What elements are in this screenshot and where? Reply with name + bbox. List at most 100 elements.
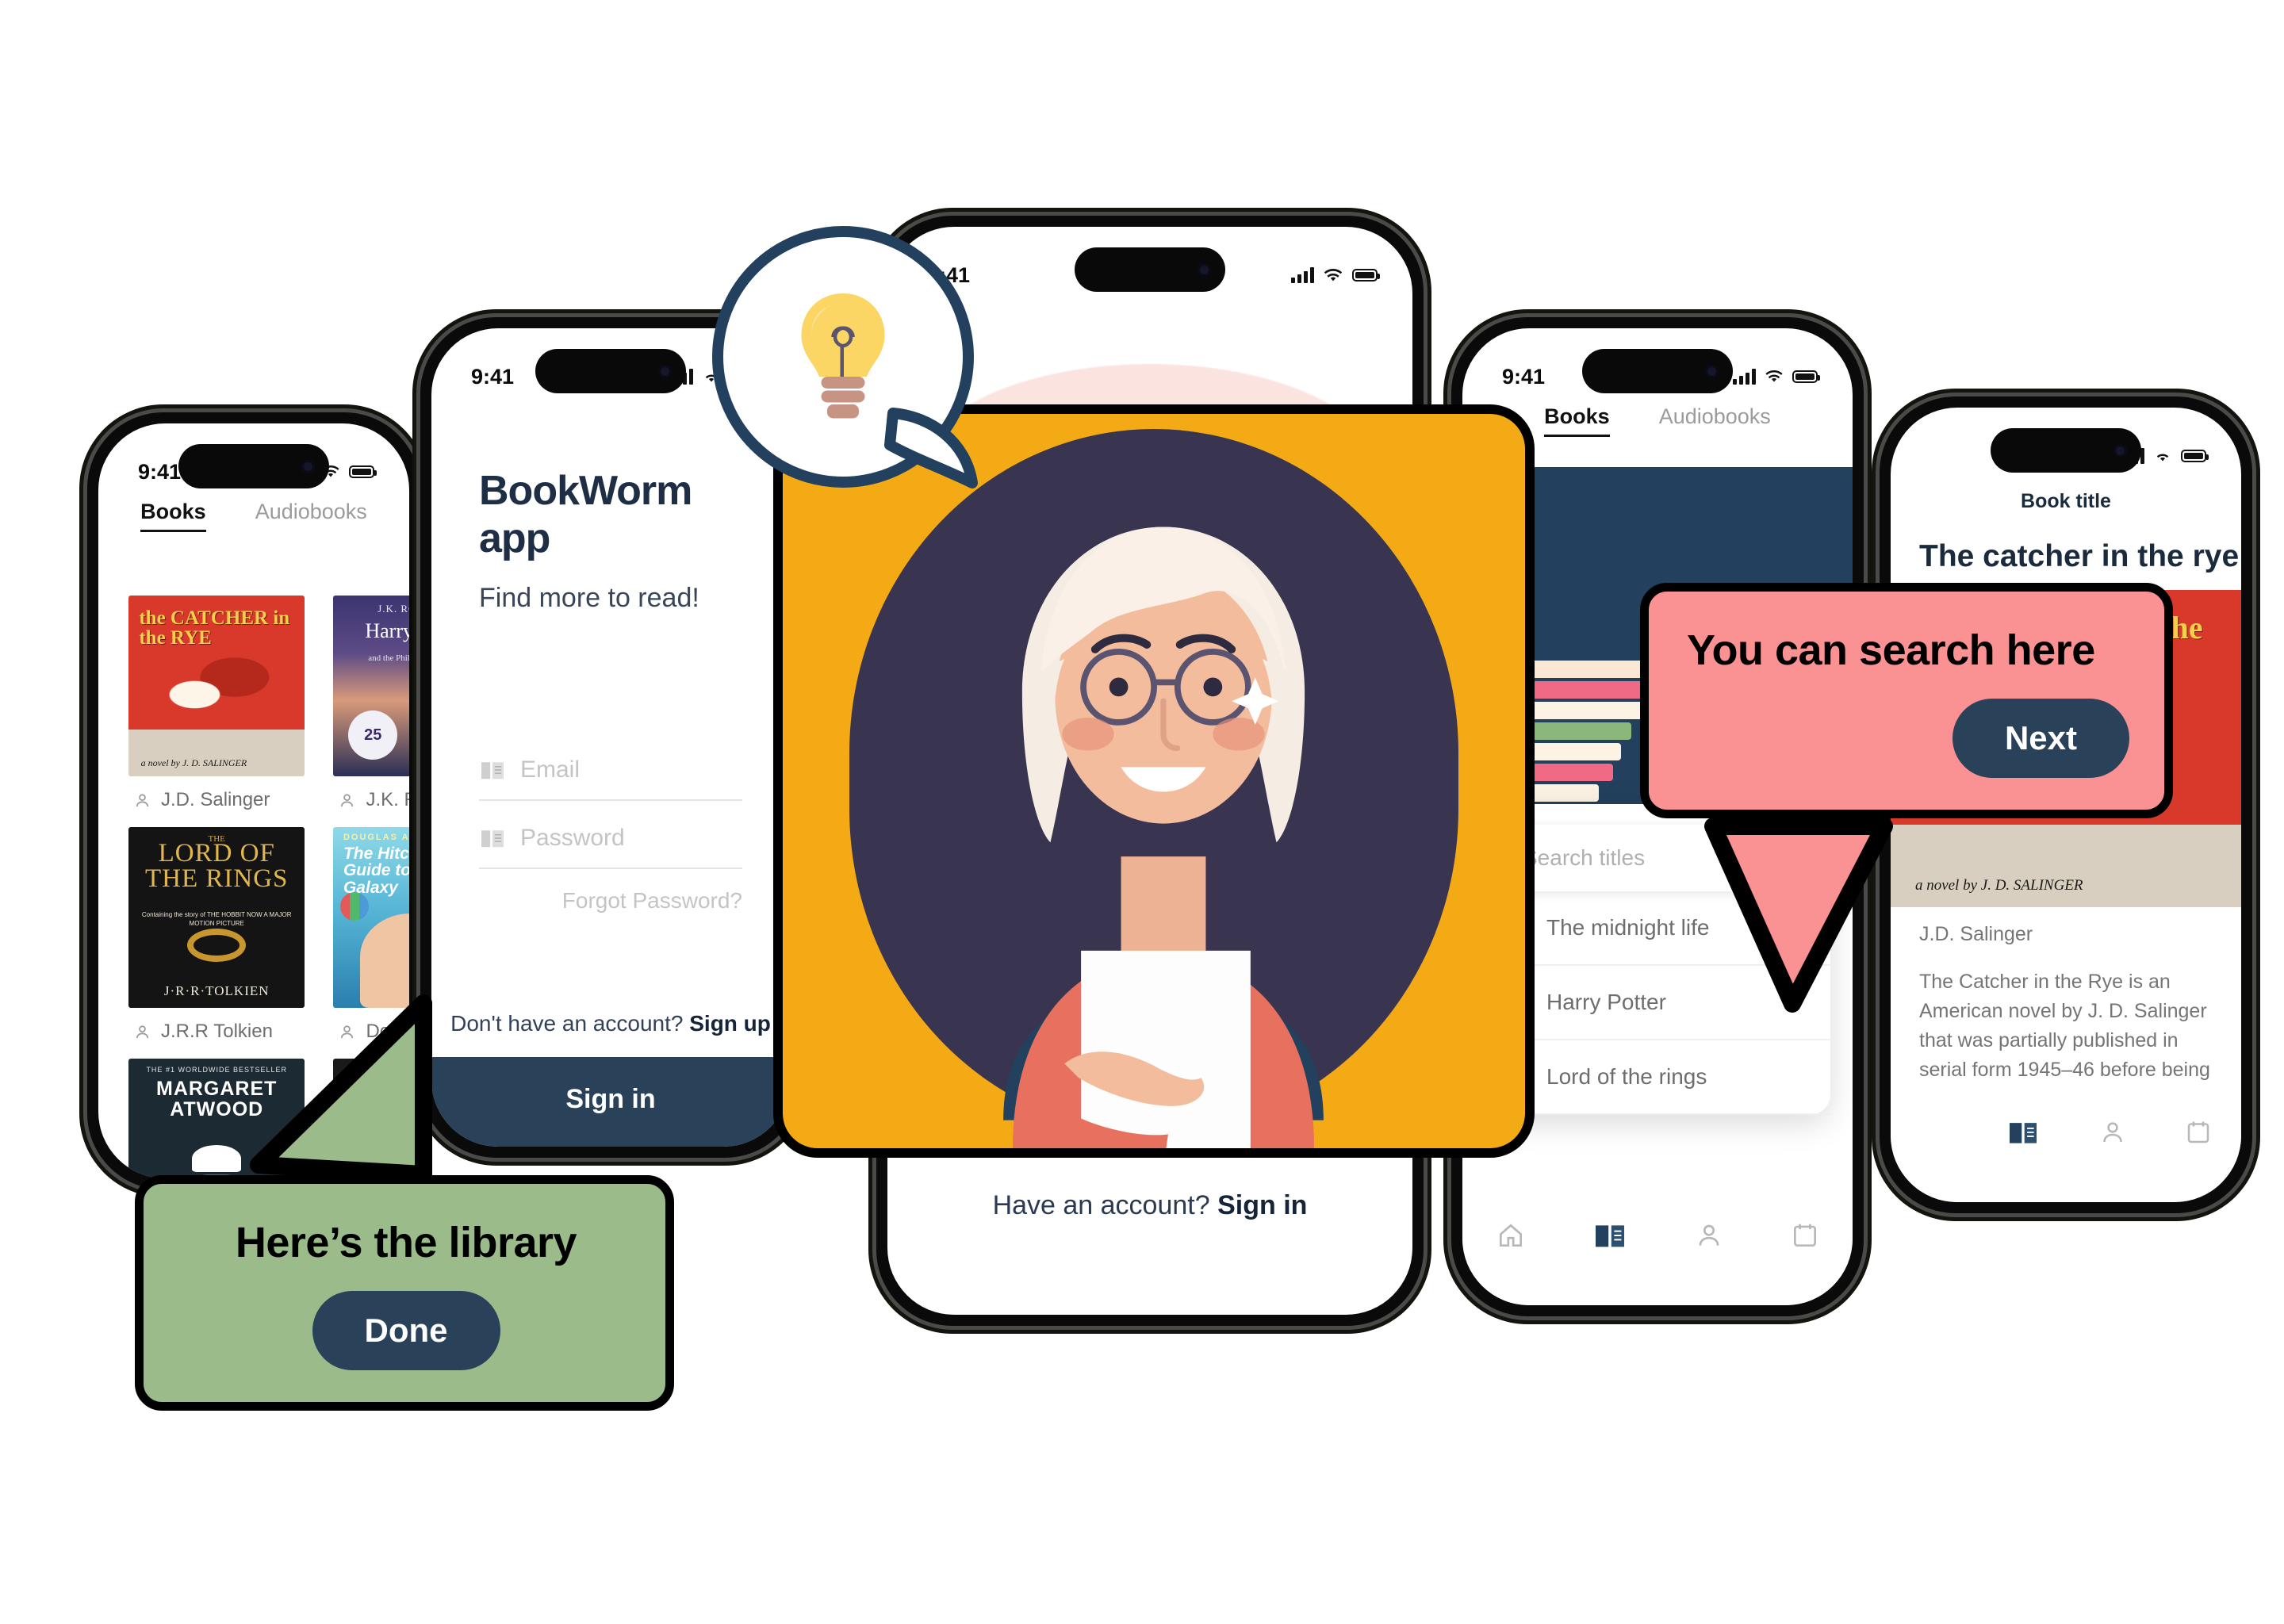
signup-link[interactable]: Sign up <box>689 1011 771 1036</box>
cellular-signal-icon <box>1291 267 1314 283</box>
front-camera-icon <box>301 459 315 473</box>
screenshot-canvas: 9:41 Books Audiobooks the CATCHER in the… <box>0 0 2284 1624</box>
book-card[interactable]: the CATCHER in the RYE a novel by J. D. … <box>128 596 305 811</box>
status-icons <box>1733 369 1820 385</box>
person-icon <box>341 793 354 806</box>
signin-link[interactable]: Sign in <box>1217 1190 1307 1220</box>
book-title: The catcher in the rye <box>1919 539 2240 573</box>
cover-title: LORD OF THE RINGS <box>145 839 289 893</box>
wifi-icon <box>2156 454 2169 462</box>
signin-prompt: Have an account? Sign in <box>887 1190 1412 1221</box>
tab-audiobooks[interactable]: Audiobooks <box>1659 404 1771 437</box>
cover-title: The Hitchhiker's Guide to the Galaxy <box>343 844 409 897</box>
search-tip-tail <box>1704 818 1893 1013</box>
password-field[interactable]: Password <box>479 825 742 869</box>
person-icon[interactable] <box>1693 1220 1725 1251</box>
result-label: Harry Potter <box>1546 990 1666 1014</box>
book-icon <box>481 762 504 779</box>
page-title: Book title <box>2021 490 2111 512</box>
cover-byline: a novel by J. D. SALINGER <box>1914 877 2083 894</box>
calendar-icon[interactable] <box>2184 1118 2213 1147</box>
app-title: BookWorm app <box>479 468 692 561</box>
signin-prompt-text: Have an account? <box>992 1190 1210 1220</box>
battery-icon <box>1792 370 1820 383</box>
search-tip-actions: Next <box>1687 699 2129 779</box>
forgot-password-link[interactable]: Forgot Password? <box>479 888 742 914</box>
library-tabs: Books Audiobooks <box>98 500 409 532</box>
calendar-icon[interactable] <box>1790 1220 1820 1251</box>
wifi-icon <box>1324 268 1343 281</box>
onboarding-illustration-card <box>773 404 1535 1158</box>
one-ring-graphic <box>187 928 247 962</box>
cover-brand: DOUGLAS ADAMS <box>343 832 409 842</box>
book-author: J.D. Salinger <box>1919 923 2033 945</box>
cover-title: Harry Potter <box>365 619 409 642</box>
tab-books[interactable]: Books <box>140 500 206 532</box>
next-button[interactable]: Next <box>1952 699 2129 779</box>
front-camera-icon <box>1705 364 1719 378</box>
status-time: 9:41 <box>138 459 182 484</box>
person-icon <box>136 1025 149 1038</box>
home-icon[interactable] <box>1495 1220 1527 1251</box>
book-author-row: J.K. Rowling <box>333 789 409 811</box>
cellular-signal-icon <box>1733 369 1756 385</box>
cover-title: the CATCHER in the RYE <box>139 607 290 649</box>
email-field[interactable]: Email <box>479 756 742 801</box>
bottom-nav <box>1891 1083 2241 1202</box>
book-card[interactable]: J.K. ROWLING Harry Potter and the Philos… <box>333 596 409 811</box>
cover-brand: J.K. ROWLING <box>377 603 409 615</box>
book-cover-harry-potter: J.K. ROWLING Harry Potter and the Philos… <box>333 596 409 776</box>
status-time: 9:41 <box>471 364 515 389</box>
book-icon[interactable] <box>2006 1119 2041 1146</box>
smiling-woman-with-book-illustration <box>1003 527 1324 1148</box>
book-icon <box>481 830 504 848</box>
email-placeholder: Email <box>520 756 581 783</box>
done-button[interactable]: Done <box>312 1291 500 1371</box>
dynamic-island <box>1582 349 1733 393</box>
person-icon[interactable] <box>2098 1118 2128 1147</box>
dynamic-island <box>1991 428 2141 473</box>
dynamic-island <box>178 444 329 488</box>
battery-icon <box>1352 269 1380 282</box>
library-tip-tail <box>250 994 432 1183</box>
tip-callout-bubble <box>712 226 978 488</box>
wifi-icon <box>1765 370 1783 382</box>
status-time: 9:41 <box>1502 364 1546 389</box>
battery-icon <box>2181 450 2209 462</box>
library-tip-text: Here’s the library <box>235 1219 577 1266</box>
dynamic-island <box>1075 247 1225 292</box>
dynamic-island <box>535 349 686 393</box>
person-icon <box>136 793 149 806</box>
book-author: J.D. Salinger <box>161 789 270 810</box>
library-tip: Here’s the library Done <box>135 1175 674 1411</box>
signup-prompt-text: Don't have an account? <box>450 1011 684 1036</box>
cover-byline: a novel by J. D. SALINGER <box>140 756 247 768</box>
result-label: Lord of the rings <box>1546 1064 1707 1089</box>
bubble-tail <box>884 408 978 488</box>
search-tip-text: You can search here <box>1687 626 2095 674</box>
cover-subtitle: Containing the story of THE HOBBIT NOW A… <box>141 910 292 928</box>
tab-books[interactable]: Books <box>1544 404 1610 437</box>
status-icons <box>1291 267 1380 283</box>
book-icon[interactable] <box>1592 1221 1628 1250</box>
book-cover-catcher-in-the-rye: the CATCHER in the RYE a novel by J. D. … <box>128 596 305 776</box>
book-author: J.K. Rowling <box>366 789 409 810</box>
tab-audiobooks[interactable]: Audiobooks <box>255 500 367 532</box>
bottom-nav <box>1462 1186 1853 1305</box>
signin-footer: Don't have an account? Sign up Sign in <box>431 990 790 1147</box>
result-label: The midnight life <box>1546 915 1710 940</box>
app-subtitle: Find more to read! <box>479 583 699 613</box>
signup-prompt: Don't have an account? Sign up <box>431 990 790 1057</box>
signin-button[interactable]: Sign in <box>431 1057 790 1147</box>
front-camera-icon <box>658 364 672 378</box>
book-cover-hitchhikers-guide: DOUGLAS ADAMS The Hitchhiker's Guide to … <box>333 827 409 1008</box>
book-author-row: J.D. Salinger <box>128 789 305 811</box>
battery-icon <box>349 465 377 478</box>
front-camera-icon <box>2113 443 2127 458</box>
anniversary-badge: 25 <box>348 710 398 760</box>
cover-subtitle: and the Philosopher's Stone <box>368 653 409 663</box>
book-cover-lord-of-the-rings: THE LORD OF THE RINGS Containing the sto… <box>128 827 305 1008</box>
search-result-item[interactable]: Lord of the rings <box>1485 1040 1830 1115</box>
search-tip: You can search here Next <box>1640 583 2173 819</box>
front-camera-icon <box>1198 262 1211 277</box>
